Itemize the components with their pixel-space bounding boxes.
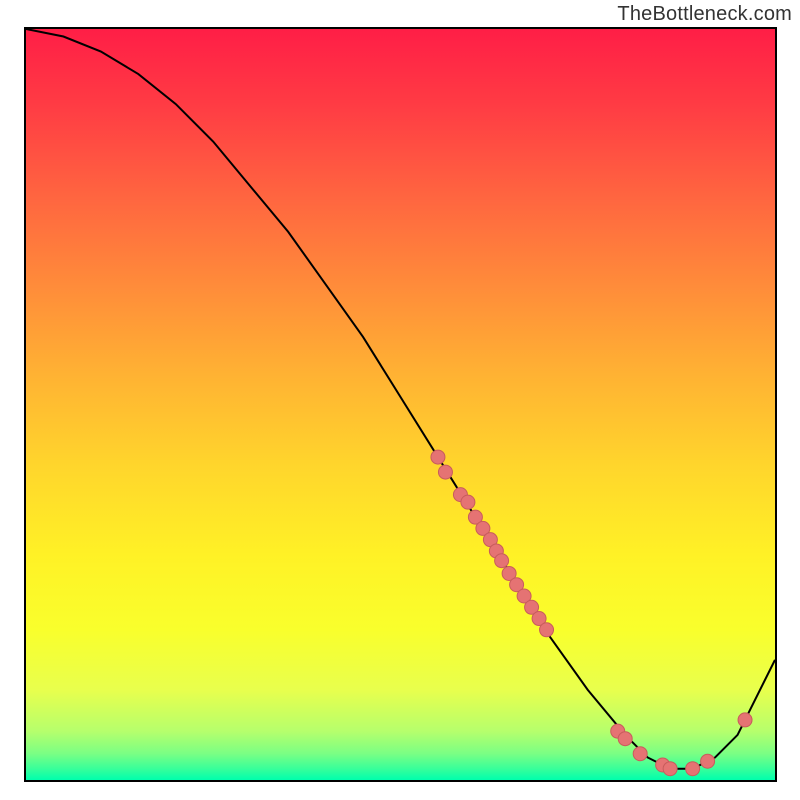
curve-marker <box>495 554 509 568</box>
curve-marker <box>618 732 632 746</box>
curve-marker <box>686 762 700 776</box>
curve-marker <box>431 450 445 464</box>
curve-marker <box>461 495 475 509</box>
chart-container: TheBottleneck.com <box>0 0 800 800</box>
curve-marker <box>438 465 452 479</box>
curve-marker <box>701 754 715 768</box>
curve-marker <box>663 762 677 776</box>
curve-marker <box>633 747 647 761</box>
curve-marker <box>540 623 554 637</box>
watermark-label: TheBottleneck.com <box>617 3 792 26</box>
curve-marker <box>738 713 752 727</box>
plot-frame <box>24 27 777 782</box>
plot-overlay <box>26 29 775 780</box>
bottleneck-curve-line <box>26 29 775 769</box>
curve-markers-group <box>431 450 752 776</box>
